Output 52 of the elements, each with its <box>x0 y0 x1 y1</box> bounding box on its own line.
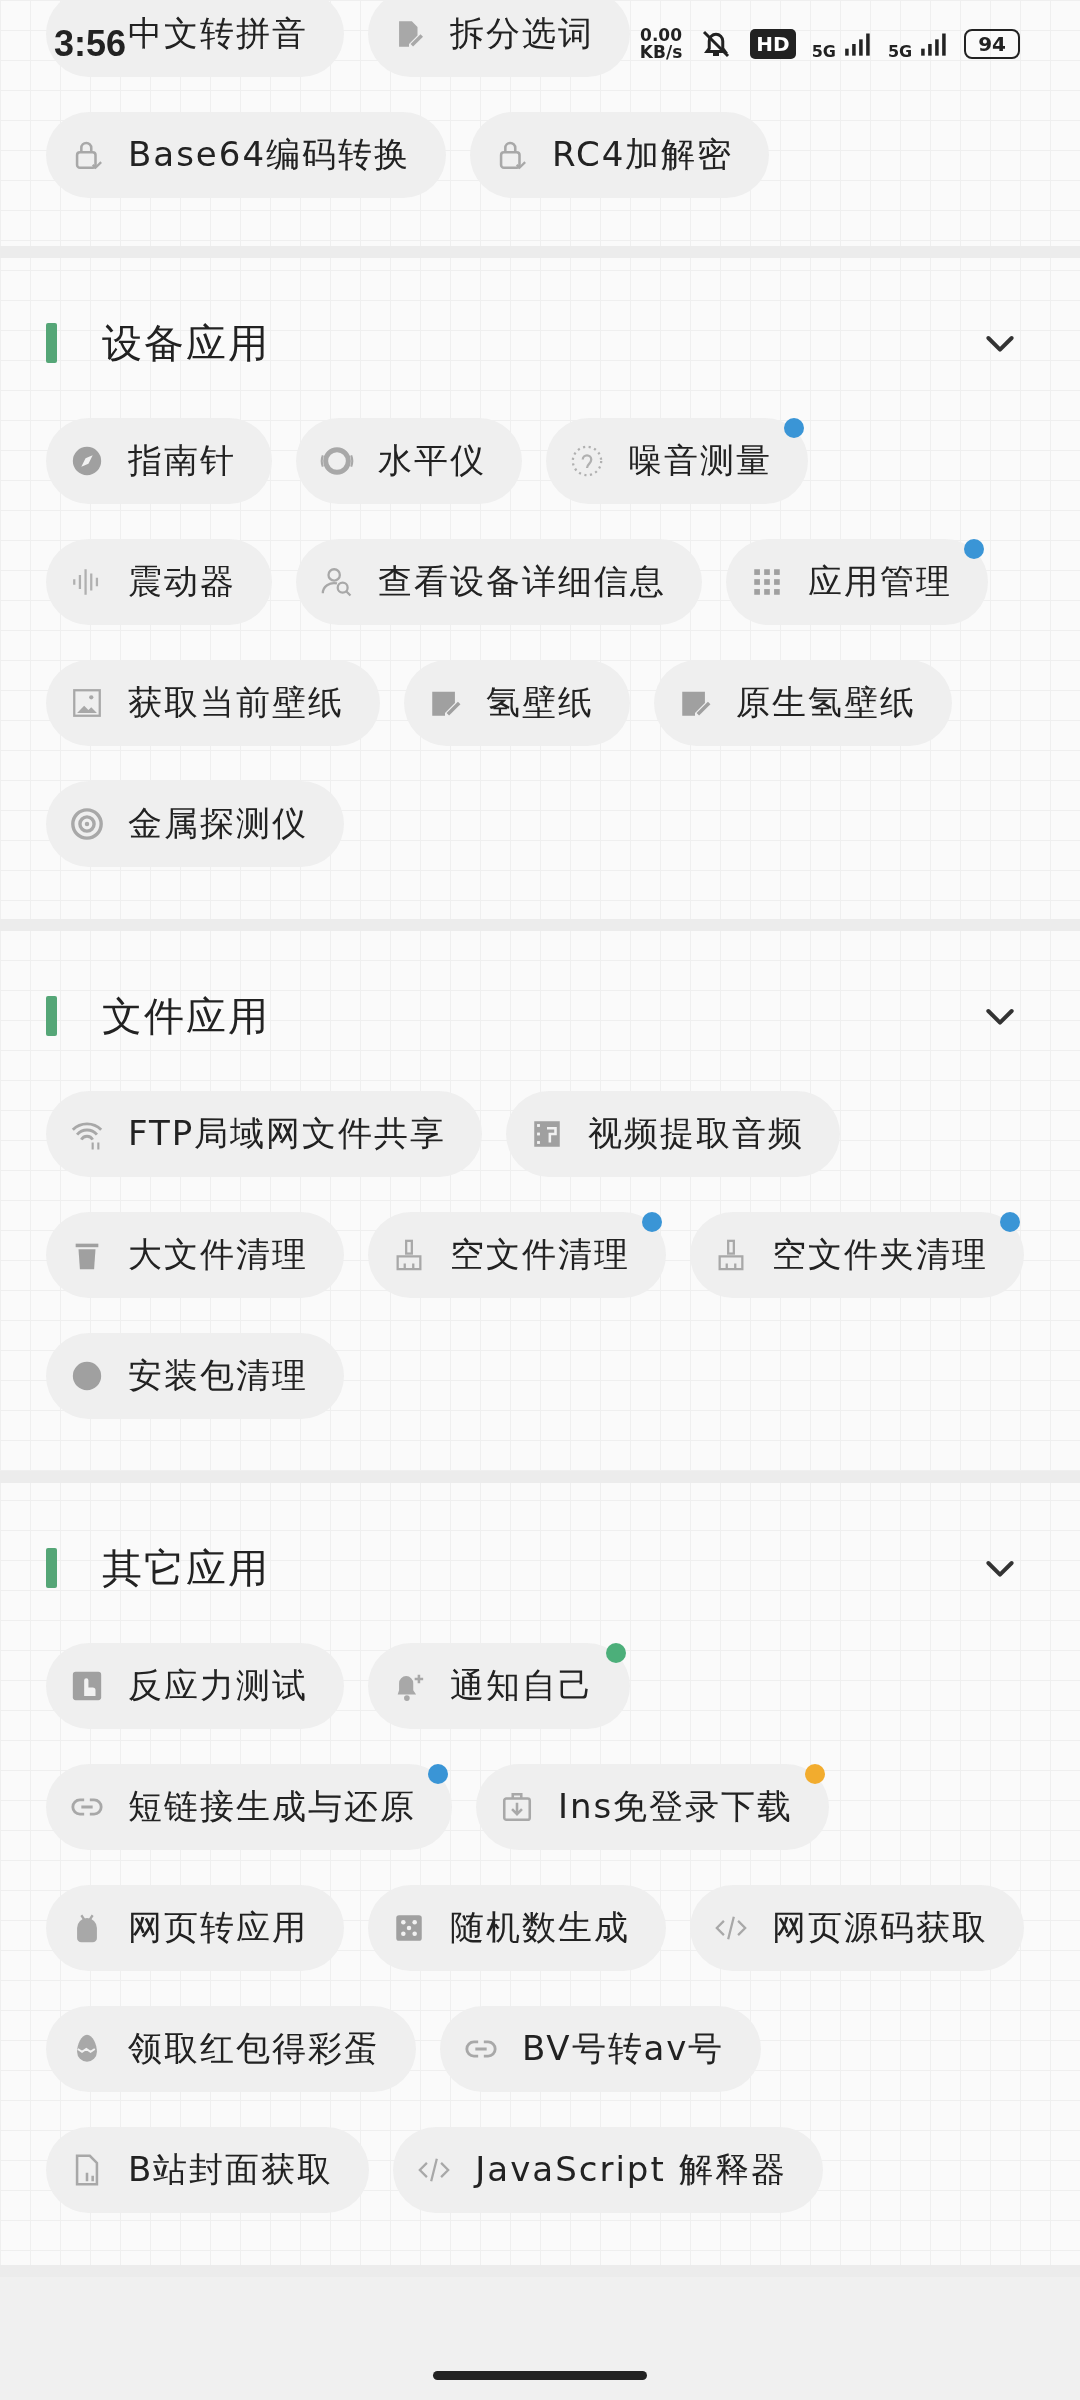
tool-chip[interactable]: Ins免登录下载 <box>476 1764 830 1850</box>
section-title: 文件应用 <box>102 991 271 1041</box>
tool-chip[interactable]: 短链接生成与还原 <box>46 1764 452 1850</box>
tool-chip[interactable]: B站封面获取 <box>46 2127 370 2213</box>
signal-icon <box>843 32 872 56</box>
tool-chip[interactable]: JavaScript 解释器 <box>393 2127 823 2213</box>
speed-unit: KB/s <box>639 44 683 61</box>
tool-chip[interactable]: 查看设备详细信息 <box>296 539 702 625</box>
compass-icon <box>70 444 104 478</box>
tool-chip[interactable]: 氢壁纸 <box>404 660 630 746</box>
tool-chip[interactable]: 空文件清理 <box>368 1212 666 1298</box>
tool-chip[interactable]: 金属探测仪 <box>46 781 344 867</box>
tool-chip[interactable]: 应用管理 <box>726 539 988 625</box>
tool-chip[interactable]: 视频提取音频 <box>506 1091 841 1177</box>
tool-chip[interactable]: 随机数生成 <box>368 1885 666 1971</box>
tool-chip[interactable]: 安装包清理 <box>46 1333 344 1419</box>
tool-chip[interactable]: FTP局域网文件共享 <box>46 1091 483 1177</box>
tool-chip[interactable]: 通知自己 <box>368 1643 630 1729</box>
tool-chip[interactable]: 拆分选词 <box>368 0 630 77</box>
section-accent-bar <box>46 323 57 363</box>
section-title: 其它应用 <box>102 1543 271 1593</box>
tool-chip[interactable]: 噪音测量 <box>546 418 808 504</box>
signal-icon <box>920 32 949 56</box>
network-type: 5G <box>887 42 913 61</box>
tool-chip[interactable]: 指南针 <box>46 418 272 504</box>
tool-chip[interactable]: 空文件夹清理 <box>690 1212 1024 1298</box>
download-icon <box>500 1790 534 1824</box>
tool-chip[interactable]: 网页转应用 <box>46 1885 344 1971</box>
image-icon <box>70 686 104 720</box>
status-time: 3:56 <box>54 23 127 65</box>
tool-chip[interactable]: 获取当前壁纸 <box>46 660 380 746</box>
section-accent-bar <box>46 1548 57 1588</box>
tool-chip[interactable]: 领取红包得彩蛋 <box>46 2006 416 2092</box>
tool-chip[interactable]: 大文件清理 <box>46 1212 344 1298</box>
tool-chip[interactable]: 原生氢壁纸 <box>654 660 952 746</box>
tool-chip[interactable]: Base64编码转换 <box>46 112 447 198</box>
network-type: 5G <box>811 42 836 61</box>
tool-chip[interactable]: 反应力测试 <box>46 1643 344 1729</box>
tool-chip[interactable]: BV号转av号 <box>440 2006 761 2092</box>
network-speed: 0.00 <box>640 27 682 44</box>
tool-chip[interactable]: RC4加解密 <box>470 112 770 198</box>
ring-icon <box>320 444 354 478</box>
circle-icon <box>70 1359 104 1393</box>
section-accent-bar <box>46 996 57 1036</box>
tool-chip[interactable]: 震动器 <box>46 539 272 625</box>
tool-chip[interactable]: 网页源码获取 <box>690 1885 1024 1971</box>
battery-indicator: 94 <box>964 29 1020 59</box>
hd-badge: HD <box>750 29 796 59</box>
tool-chip[interactable]: 水平仪 <box>296 418 522 504</box>
radar-icon <box>70 807 104 841</box>
person-search-icon <box>320 565 354 599</box>
section-title: 设备应用 <box>102 318 271 368</box>
